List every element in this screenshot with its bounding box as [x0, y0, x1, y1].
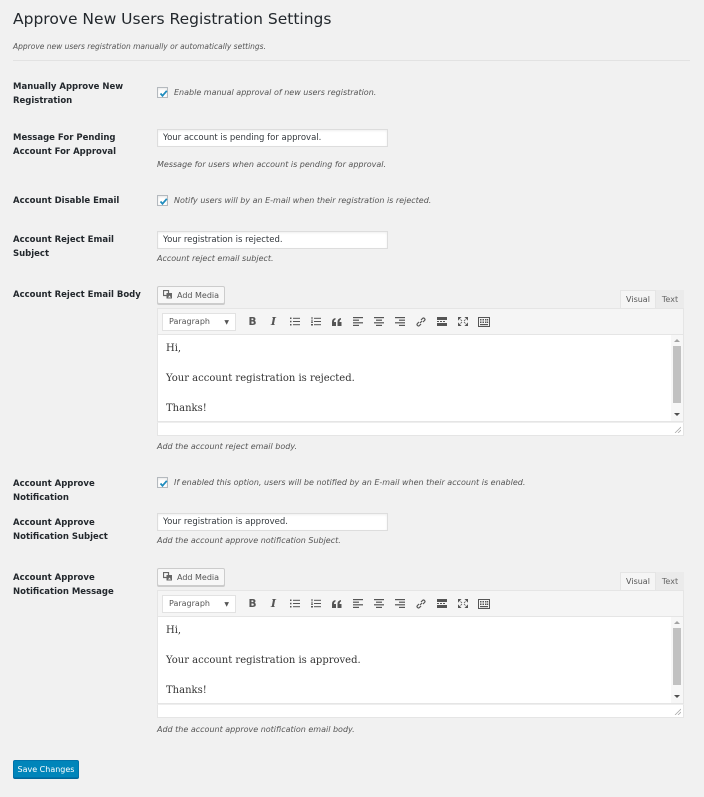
numbered-list-icon[interactable]: [305, 595, 326, 613]
approve-message-description: Add the account approve notification ema…: [157, 725, 355, 734]
reject-subject-input[interactable]: Your registration is rejected.: [157, 231, 388, 249]
editor-scrollbar[interactable]: [671, 335, 683, 421]
resize-handle-icon[interactable]: [674, 708, 681, 715]
editor-line: Thanks!: [166, 685, 207, 696]
numbered-list-icon[interactable]: [305, 313, 326, 331]
italic-icon[interactable]: I: [263, 313, 284, 331]
page-description: Approve new users registration manually …: [13, 42, 266, 51]
add-media-button[interactable]: Add Media: [157, 286, 225, 304]
approve-message-editor[interactable]: Hi, Your account registration is approve…: [157, 617, 684, 704]
checkmark-icon: [159, 480, 168, 488]
approve-notification-option[interactable]: If enabled this option, users will be no…: [157, 477, 525, 488]
pending-message-description: Message for users when account is pendin…: [157, 160, 387, 169]
manual-approve-label: Manually Approve New Registration: [13, 82, 124, 106]
save-changes-button[interactable]: Save Changes: [13, 760, 79, 778]
format-select[interactable]: Paragraph ▼: [162, 312, 236, 331]
read-more-icon[interactable]: [431, 313, 452, 331]
scroll-up-icon[interactable]: [674, 621, 680, 624]
tab-visual[interactable]: Visual: [620, 572, 656, 590]
approve-notification-checkbox[interactable]: [157, 477, 168, 488]
checkmark-icon: [159, 198, 168, 206]
read-more-icon[interactable]: [431, 595, 452, 613]
bold-icon[interactable]: B: [242, 595, 263, 613]
approve-notification-label: Account Approve Notification: [13, 479, 95, 503]
editor-line: Hi,: [166, 343, 182, 354]
reject-subject-label: Account Reject Email Subject: [13, 235, 114, 259]
reject-body-label: Account Reject Email Body: [13, 290, 141, 300]
fullscreen-icon[interactable]: [452, 313, 473, 331]
disable-email-checkbox-label[interactable]: Notify users will by an E-mail when thei…: [174, 196, 431, 205]
add-media-button[interactable]: Add Media: [157, 568, 225, 586]
approve-subject-description: Add the account approve notification Sub…: [157, 536, 341, 545]
toolbar-toggle-icon[interactable]: [473, 595, 494, 613]
reject-subject-description: Account reject email subject.: [157, 254, 274, 263]
link-icon[interactable]: [410, 595, 431, 613]
pending-message-input[interactable]: Your account is pending for approval.: [157, 129, 388, 147]
manual-approve-checkbox[interactable]: [157, 87, 168, 98]
editor-line: Your account registration is approved.: [166, 655, 361, 666]
reject-body-description: Add the account reject email body.: [157, 442, 298, 451]
manual-approve-checkbox-label[interactable]: Enable manual approval of new users regi…: [174, 88, 376, 97]
disable-email-checkbox[interactable]: [157, 195, 168, 206]
editor-scrollbar[interactable]: [671, 617, 683, 703]
approve-subject-label: Account Approve Notification Subject: [13, 518, 108, 542]
disable-email-label: Account Disable Email: [13, 196, 120, 206]
align-left-icon[interactable]: [347, 595, 368, 613]
chevron-down-icon: ▼: [224, 318, 229, 326]
editor-statusbar: [157, 704, 684, 718]
toolbar-toggle-icon[interactable]: [473, 313, 494, 331]
align-right-icon[interactable]: [389, 313, 410, 331]
approve-notification-checkbox-label[interactable]: If enabled this option, users will be no…: [174, 478, 525, 487]
align-center-icon[interactable]: [368, 595, 389, 613]
format-select-value: Paragraph: [169, 317, 210, 326]
scrollbar-thumb[interactable]: [673, 346, 681, 403]
scroll-up-icon[interactable]: [674, 339, 680, 342]
align-left-icon[interactable]: [347, 313, 368, 331]
approve-subject-input[interactable]: Your registration is approved.: [157, 513, 388, 531]
tab-text[interactable]: Text: [656, 572, 684, 590]
divider: [13, 60, 690, 61]
align-right-icon[interactable]: [389, 595, 410, 613]
disable-email-option[interactable]: Notify users will by an E-mail when thei…: [157, 195, 431, 206]
link-icon[interactable]: [410, 313, 431, 331]
align-center-icon[interactable]: [368, 313, 389, 331]
blockquote-icon[interactable]: [326, 313, 347, 331]
editor-line: Your account registration is rejected.: [166, 373, 355, 384]
checkmark-icon: [159, 90, 168, 98]
tab-text[interactable]: Text: [656, 290, 684, 308]
format-select-value: Paragraph: [169, 599, 210, 608]
approve-message-label: Account Approve Notification Message: [13, 573, 114, 597]
scroll-down-icon[interactable]: [674, 695, 680, 698]
editor-toolbar: Paragraph ▼ B I: [157, 590, 684, 617]
reject-body-editor[interactable]: Hi, Your account registration is rejecte…: [157, 335, 684, 422]
fullscreen-icon[interactable]: [452, 595, 473, 613]
pending-message-label: Message For Pending Account For Approval: [13, 133, 117, 157]
format-select[interactable]: Paragraph ▼: [162, 594, 236, 613]
add-media-icon: [162, 289, 173, 301]
resize-handle-icon[interactable]: [674, 426, 681, 433]
add-media-label: Add Media: [177, 572, 220, 582]
add-media-label: Add Media: [177, 290, 220, 300]
editor-line: Thanks!: [166, 403, 207, 414]
editor-statusbar: [157, 422, 684, 436]
editor-toolbar: Paragraph ▼ B I: [157, 308, 684, 335]
italic-icon[interactable]: I: [263, 595, 284, 613]
scrollbar-thumb[interactable]: [673, 628, 681, 685]
chevron-down-icon: ▼: [224, 600, 229, 608]
manual-approve-option[interactable]: Enable manual approval of new users regi…: [157, 87, 376, 98]
bold-icon[interactable]: B: [242, 313, 263, 331]
bullet-list-icon[interactable]: [284, 313, 305, 331]
blockquote-icon[interactable]: [326, 595, 347, 613]
add-media-icon: [162, 571, 173, 583]
page-title: Approve New Users Registration Settings: [13, 10, 332, 28]
bullet-list-icon[interactable]: [284, 595, 305, 613]
scroll-down-icon[interactable]: [674, 413, 680, 416]
editor-line: Hi,: [166, 625, 182, 636]
tab-visual[interactable]: Visual: [620, 290, 656, 308]
